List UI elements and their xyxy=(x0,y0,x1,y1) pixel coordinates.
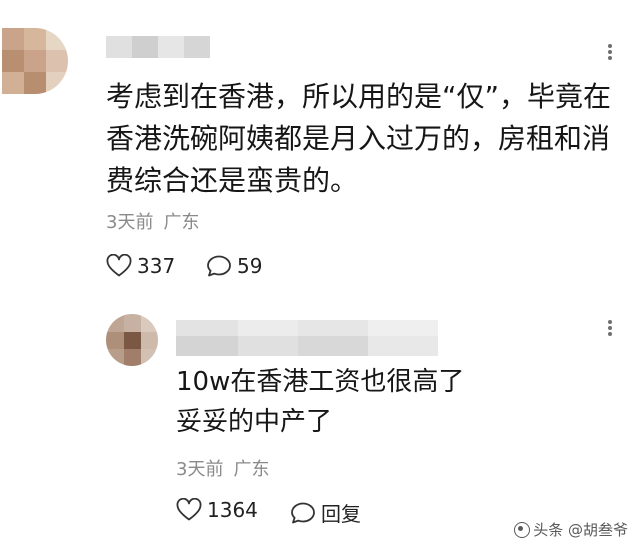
watermark: 头条 @胡叁爷 xyxy=(514,519,628,540)
username-blurred[interactable] xyxy=(106,36,210,58)
heart-outline-icon xyxy=(106,254,132,277)
avatar[interactable] xyxy=(2,28,68,94)
comment-location: 广东 xyxy=(163,212,200,233)
comment-time: 3天前 xyxy=(106,212,154,233)
more-options-icon[interactable] xyxy=(608,44,612,60)
speech-bubble-icon xyxy=(207,255,231,277)
comment-text: 10w在香港工资也很高了 妥妥的中产了 xyxy=(176,367,465,437)
speech-bubble-icon xyxy=(291,502,315,523)
username-blurred[interactable] xyxy=(176,320,438,358)
reply-label: 回复 xyxy=(321,502,361,526)
comment-meta: 3天前 广东 xyxy=(106,208,199,234)
avatar[interactable] xyxy=(106,314,158,366)
toutiao-logo-icon xyxy=(514,521,531,538)
like-count: 337 xyxy=(137,254,176,278)
watermark-text: 头条 @胡叁爷 xyxy=(533,521,628,539)
reply-count-button[interactable]: 59 xyxy=(206,254,262,278)
reply-count: 59 xyxy=(237,254,263,278)
like-button[interactable]: 1364 xyxy=(176,498,258,522)
comment-text: 考虑到在香港，所以用的是“仅”，毕竟在香港洗碗阿姨都是月入过万的，房租和消费综合… xyxy=(106,80,612,197)
comment-location: 广东 xyxy=(233,459,270,480)
more-options-icon[interactable] xyxy=(608,320,612,336)
comment-meta: 3天前 广东 xyxy=(176,455,269,481)
like-count: 1364 xyxy=(207,498,258,522)
like-button[interactable]: 337 xyxy=(106,254,175,278)
comment-time: 3天前 xyxy=(176,459,224,480)
reply-button[interactable]: 回复 xyxy=(290,498,361,527)
heart-outline-icon xyxy=(176,498,202,521)
